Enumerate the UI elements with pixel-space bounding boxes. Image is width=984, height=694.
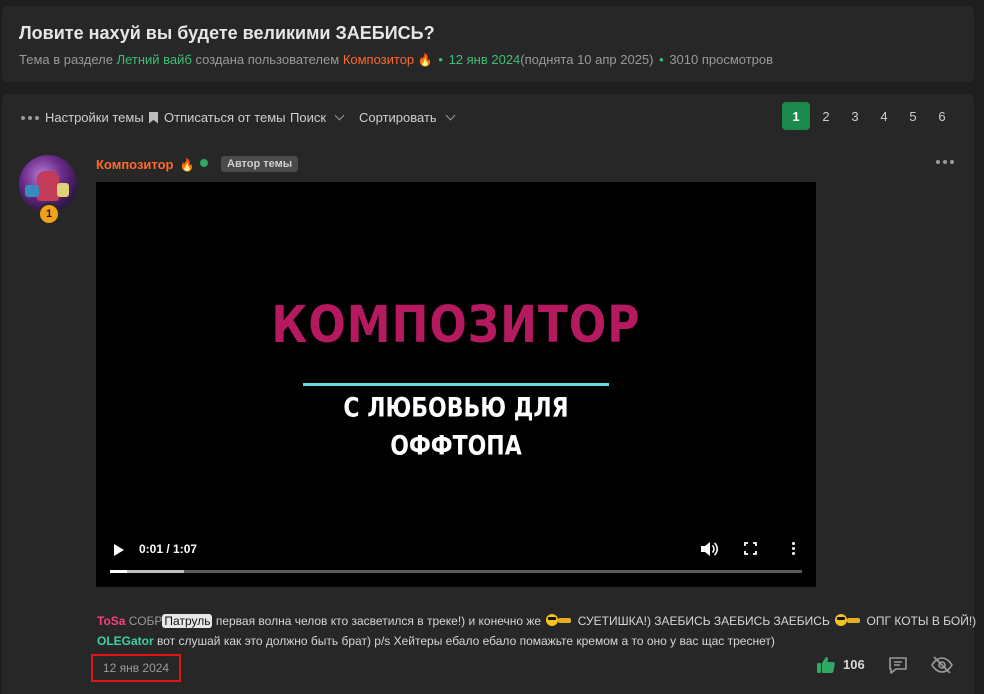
meta-created-by: создана пользователем [195, 52, 340, 67]
post-author-name: Композитор [96, 157, 174, 172]
meta-separator: • [659, 52, 664, 67]
topic-views: 3010 просмотров [669, 52, 774, 67]
pagination: 1 2 3 4 5 6 [782, 102, 955, 130]
unsubscribe-button[interactable]: Отписаться от темы [149, 110, 286, 125]
comment-line: ToSa СОБР Патруль первая волна челов кто … [97, 611, 976, 631]
page-2-button[interactable]: 2 [813, 102, 839, 130]
sunglasses-emoji-icon [546, 614, 572, 626]
video-time: 0:01 / 1:07 [139, 542, 198, 556]
volume-icon[interactable] [700, 541, 718, 557]
avatar-figure [37, 171, 59, 201]
topic-title: Ловите нахуй вы будете великими ЗАЕБИСЬ? [19, 23, 435, 43]
video-player[interactable]: КОМПОЗИТОР С ЛЮБОВЬЮ ДЛЯ ОФФТОПА 0:01 / … [96, 182, 816, 587]
comment-prefix: СОБР [128, 614, 163, 628]
search-dropdown[interactable]: Поиск [290, 110, 345, 125]
author-tag-badge: Автор темы [221, 156, 299, 172]
comment-text-3: ОПГ КОТЫ В БОЙ!) [866, 614, 977, 628]
unsubscribe-label: Отписаться от темы [164, 110, 286, 125]
thumbs-up-icon [817, 657, 835, 673]
post-menu-button[interactable] [936, 160, 954, 164]
section-link[interactable]: Летний вайб [117, 52, 192, 67]
user-link-olegator[interactable]: OLEGator [97, 634, 154, 648]
search-label: Поиск [290, 110, 327, 125]
chevron-down-icon [445, 110, 456, 121]
fullscreen-icon[interactable] [744, 542, 757, 555]
video-progress-bar[interactable] [110, 570, 802, 573]
thread-settings-button[interactable]: Настройки темы [21, 110, 144, 125]
like-reaction[interactable]: 106 [817, 656, 865, 673]
flame-icon: 🔥 [417, 53, 433, 67]
post-body-text: ToSa СОБР Патруль первая волна челов кто … [97, 611, 976, 651]
video-controls: 0:01 / 1:07 [96, 527, 816, 587]
page-5-button[interactable]: 5 [900, 102, 926, 130]
topic-author-link[interactable]: Композитор [343, 52, 414, 67]
avatar-detail [57, 183, 69, 197]
post-date[interactable]: 12 янв 2024 [91, 654, 181, 682]
page-6-button[interactable]: 6 [929, 102, 955, 130]
topic-meta: Тема в разделе Летний вайб создана польз… [19, 52, 773, 67]
video-title-text: КОМПОЗИТОР [271, 296, 641, 355]
sunglasses-emoji-icon [835, 614, 861, 626]
topic-created-date[interactable]: 12 янв 2024 [449, 52, 521, 67]
meta-separator: • [438, 52, 443, 67]
reply-icon[interactable] [888, 656, 908, 674]
thread-settings-label: Настройки темы [45, 110, 144, 125]
bookmark-icon [149, 111, 158, 124]
video-subtitle-line1: С ЛЮБОВЬЮ ДЛЯ [343, 393, 569, 424]
rank-badge: 1 [38, 203, 60, 225]
comment-line: OLEGator вот слушай как это должно быть … [97, 631, 976, 651]
play-icon[interactable] [114, 544, 124, 556]
user-link-tosa[interactable]: ToSa [97, 614, 125, 628]
eye-off-icon[interactable] [931, 655, 953, 675]
more-dots-icon [21, 115, 39, 120]
flame-icon: 🔥 [179, 157, 195, 172]
video-subtitle-line2: ОФФТОПА [390, 431, 522, 462]
comment-text: вот слушай как это должно быть брат) p/s… [157, 634, 775, 648]
sort-dropdown[interactable]: Сортировать [359, 110, 456, 125]
thread-toolbar: Настройки темы Отписаться от темы Поиск … [2, 94, 974, 140]
page-1-button[interactable]: 1 [782, 102, 810, 130]
online-indicator [200, 159, 208, 167]
comment-text-2: СУЕТИШКА!) ЗАЕБИСЬ ЗАЕБИСЬ ЗАЕБИСЬ [577, 614, 830, 628]
comment-text: первая волна челов кто засветился в трек… [215, 614, 542, 628]
meta-prefix: Тема в разделе [19, 52, 113, 67]
video-divider-line [303, 383, 609, 386]
sort-label: Сортировать [359, 110, 437, 125]
topic-raised: (поднята 10 апр 2025) [520, 52, 654, 67]
post-author[interactable]: Композитор 🔥 [96, 157, 194, 172]
avatar-detail [25, 185, 39, 197]
page-3-button[interactable]: 3 [842, 102, 868, 130]
topic-header: Ловите нахуй вы будете великими ЗАЕБИСЬ?… [2, 6, 974, 82]
highlighted-text: Патруль [162, 614, 213, 628]
thread-container: Настройки темы Отписаться от темы Поиск … [2, 94, 976, 694]
like-count: 106 [843, 657, 865, 672]
chevron-down-icon [334, 110, 345, 121]
video-progress [110, 570, 128, 573]
page-4-button[interactable]: 4 [871, 102, 897, 130]
video-more-icon[interactable] [792, 542, 795, 555]
